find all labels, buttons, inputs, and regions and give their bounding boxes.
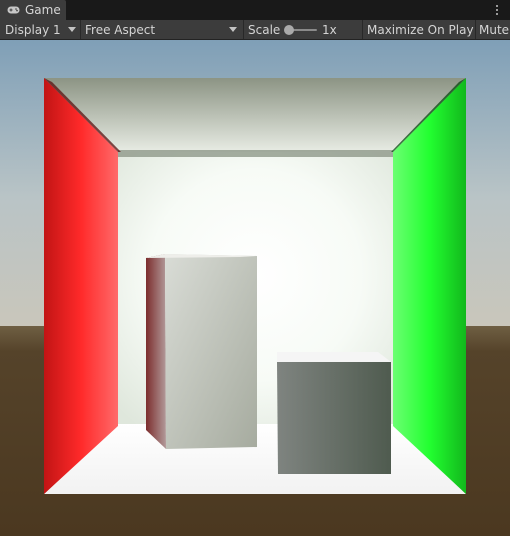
tall-box-front-face — [165, 254, 257, 449]
aspect-dropdown-label: Free Aspect — [85, 22, 156, 37]
game-toolbar: Display 1 Free Aspect Scale 1x Maximize … — [0, 20, 510, 40]
tab-bar: Game — [0, 0, 510, 20]
scale-label: Scale — [248, 22, 281, 37]
chevron-down-icon — [68, 27, 76, 32]
scene-render — [0, 40, 510, 536]
cube-front-face — [277, 362, 391, 474]
mute-label: Mute — [479, 22, 510, 37]
aspect-dropdown[interactable]: Free Aspect — [81, 20, 244, 39]
ceiling-edge — [118, 150, 393, 157]
maximize-on-play-toggle[interactable]: Maximize On Play — [363, 20, 476, 39]
more-options-icon[interactable] — [494, 2, 500, 18]
scale-value: 1x — [322, 22, 337, 37]
scale-slider-thumb[interactable] — [284, 25, 294, 35]
tab-game[interactable]: Game — [0, 0, 66, 20]
tall-box-left-face — [146, 254, 166, 449]
gamepad-icon — [7, 6, 20, 14]
display-dropdown-label: Display 1 — [5, 22, 61, 37]
display-dropdown[interactable]: Display 1 — [0, 20, 81, 39]
tab-label: Game — [25, 3, 61, 17]
maximize-on-play-label: Maximize On Play — [367, 22, 474, 37]
game-viewport[interactable] — [0, 40, 510, 536]
chevron-down-icon — [229, 27, 237, 32]
mute-toggle[interactable]: Mute — [476, 20, 510, 39]
